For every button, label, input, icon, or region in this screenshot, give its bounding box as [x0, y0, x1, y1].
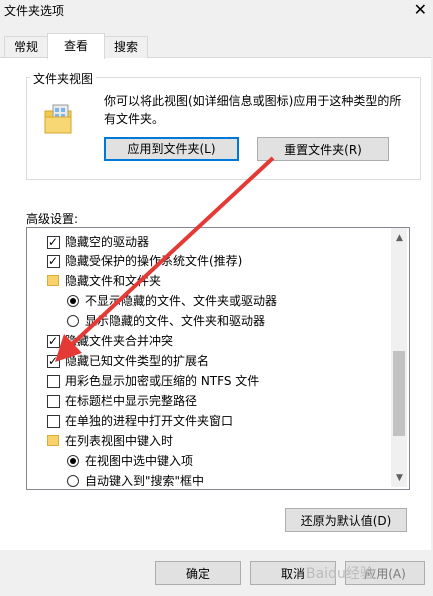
watermark: Baidu经验	[306, 566, 374, 582]
tab-search[interactable]: 搜索	[104, 36, 148, 58]
list-item-label: 在单独的进程中打开文件夹窗口	[65, 414, 234, 428]
list-item[interactable]: 隐藏空的驱动器	[47, 232, 149, 252]
list-item-label: 不显示隐藏的文件、文件夹或驱动器	[85, 294, 278, 308]
list-item[interactable]: 隐藏受保护的操作系统文件(推荐)	[47, 251, 242, 271]
list-item-label: 隐藏文件和文件夹	[65, 274, 162, 288]
advanced-settings-label: 高级设置:	[26, 212, 79, 226]
folder-view-icon	[44, 104, 72, 134]
list-item-label: 在标题栏中显示完整路径	[65, 394, 198, 408]
folder-views-description: 你可以将此视图(如详细信息或图标)应用于这种类型的所有文件夹。	[104, 94, 402, 126]
list-item-label: 自动键入到"搜索"框中	[85, 474, 205, 488]
list-item[interactable]: 用彩色显示加密或压缩的 NTFS 文件	[47, 371, 259, 391]
checkbox[interactable]	[47, 232, 60, 252]
list-item[interactable]: 在标题栏中显示完整路径	[47, 391, 197, 411]
list-item-label: 在视图中选中键入项	[85, 454, 194, 468]
list-item[interactable]: 不显示隐藏的文件、文件夹或驱动器	[67, 291, 277, 311]
checkbox[interactable]	[47, 375, 60, 388]
tab-view[interactable]: 查看	[47, 33, 105, 59]
list-item-label: 显示隐藏的文件、文件夹和驱动器	[85, 314, 266, 328]
radio-button[interactable]	[67, 295, 79, 307]
list-item[interactable]: 在视图中选中键入项	[67, 451, 193, 471]
checkbox[interactable]	[47, 351, 60, 371]
advanced-settings-list[interactable]: 隐藏空的驱动器 隐藏受保护的操作系统文件(推荐) 隐藏文件和文件夹 不显示隐藏的…	[26, 227, 410, 490]
apply-to-folders-button[interactable]: 应用到文件夹(L)	[104, 137, 239, 161]
chevron-up-icon[interactable]: ▲	[396, 233, 403, 243]
chevron-down-icon[interactable]: ▼	[396, 473, 403, 483]
list-item[interactable]: 在单独的进程中打开文件夹窗口	[47, 411, 233, 431]
list-item-label: 隐藏文件夹合并冲突	[65, 334, 174, 348]
folder-views-label: 文件夹视图	[30, 70, 97, 87]
folder-icon	[47, 275, 59, 286]
list-item-label: 隐藏已知文件类型的扩展名	[65, 354, 210, 368]
checkbox[interactable]	[47, 395, 60, 408]
tab-general[interactable]: 常规	[4, 36, 48, 58]
checkbox[interactable]	[47, 415, 60, 428]
radio-button[interactable]	[67, 475, 79, 487]
radio-button[interactable]	[67, 455, 79, 467]
list-item[interactable]: 隐藏文件夹合并冲突	[47, 331, 173, 351]
list-item[interactable]: 自动键入到"搜索"框中	[67, 471, 205, 489]
list-item-label: 在列表视图中键入时	[65, 434, 174, 448]
folder-icon	[47, 435, 59, 446]
list-item[interactable]: 隐藏已知文件类型的扩展名	[47, 351, 209, 371]
checkbox[interactable]	[47, 331, 60, 351]
list-item-label: 隐藏受保护的操作系统文件(推荐)	[65, 254, 243, 268]
close-icon[interactable]: ✕	[414, 0, 427, 19]
window-title: 文件夹选项	[4, 4, 65, 18]
list-item[interactable]: 显示隐藏的文件、文件夹和驱动器	[67, 311, 265, 331]
restore-defaults-button[interactable]: 还原为默认值(D)	[285, 508, 407, 532]
list-item-label: 隐藏空的驱动器	[65, 235, 150, 249]
ok-button[interactable]: 确定	[155, 561, 241, 585]
list-item: 在列表视图中键入时	[47, 431, 173, 451]
list-item-label: 用彩色显示加密或压缩的 NTFS 文件	[65, 374, 260, 388]
checkbox[interactable]	[47, 251, 60, 271]
reset-folders-button[interactable]: 重置文件夹(R)	[257, 137, 389, 161]
scrollbar-thumb[interactable]	[393, 351, 405, 436]
list-item: 隐藏文件和文件夹	[47, 271, 161, 291]
radio-button[interactable]	[67, 315, 79, 327]
